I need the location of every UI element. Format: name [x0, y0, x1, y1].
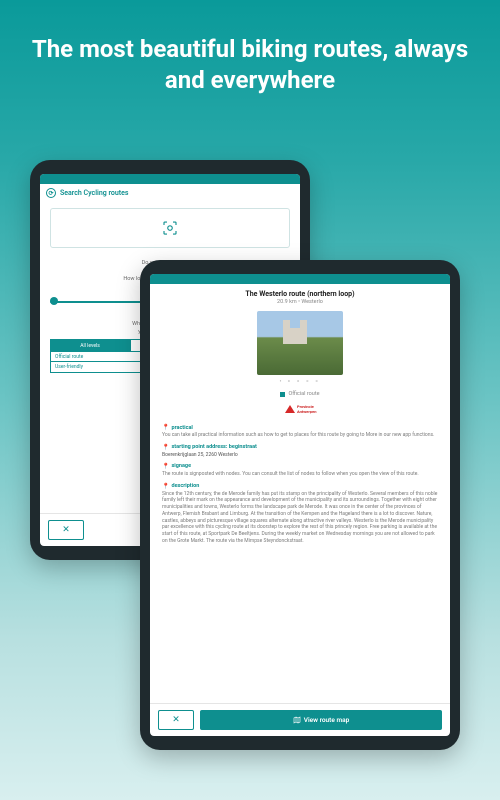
view-route-map-button[interactable]: View route map: [200, 710, 442, 730]
search-header: ⟳ Search Cycling routes: [40, 184, 300, 202]
section-start-hdr: starting point address: beginstraat: [171, 444, 256, 450]
section-signage-body: The route is signposted with nodes. You …: [162, 471, 438, 478]
close-button[interactable]: ✕: [158, 710, 194, 730]
triangle-icon: [285, 405, 295, 413]
status-bar: [150, 274, 450, 284]
photo-pager-dots[interactable]: • ∘ ∘ ∘ ∘: [150, 378, 450, 385]
section-signage-hdr: signage: [171, 463, 191, 469]
official-route-label: Official route: [150, 391, 450, 397]
section-desc-hdr: description: [171, 483, 199, 489]
section-practical-body: You can take all practical information s…: [162, 432, 438, 439]
section-desc-body: Since the 12th century, the de Merode fa…: [162, 491, 438, 545]
tablet-detail-mockup: The Westerlo route (northern loop) 20.9 …: [140, 260, 460, 750]
pin-icon: 📍: [162, 463, 169, 470]
close-button[interactable]: ✕: [48, 520, 84, 540]
tab-all-levels[interactable]: All levels: [50, 339, 130, 351]
square-icon: [280, 392, 285, 397]
pin-icon: 📍: [162, 483, 169, 490]
map-icon: [293, 716, 301, 724]
pin-icon: 📍: [162, 424, 169, 431]
status-bar: [40, 174, 300, 184]
scan-icon: [161, 219, 179, 237]
route-title: The Westerlo route (northern loop): [150, 284, 450, 299]
scan-node-box[interactable]: [50, 208, 290, 248]
search-header-title: Search Cycling routes: [60, 189, 129, 197]
section-practical-hdr: practical: [171, 425, 192, 431]
pin-icon: 📍: [162, 444, 169, 451]
promo-headline: The most beautiful biking routes, always…: [0, 0, 500, 96]
route-subtitle: 20.9 km • Westerlo: [150, 299, 450, 305]
section-start-line: Boerenkrijglaan 25, 2260 Westerlo: [162, 452, 438, 458]
provider-badge: Provincie Antwerpen: [285, 400, 315, 418]
route-photo: [257, 311, 343, 375]
app-logo-icon: ⟳: [46, 188, 56, 198]
